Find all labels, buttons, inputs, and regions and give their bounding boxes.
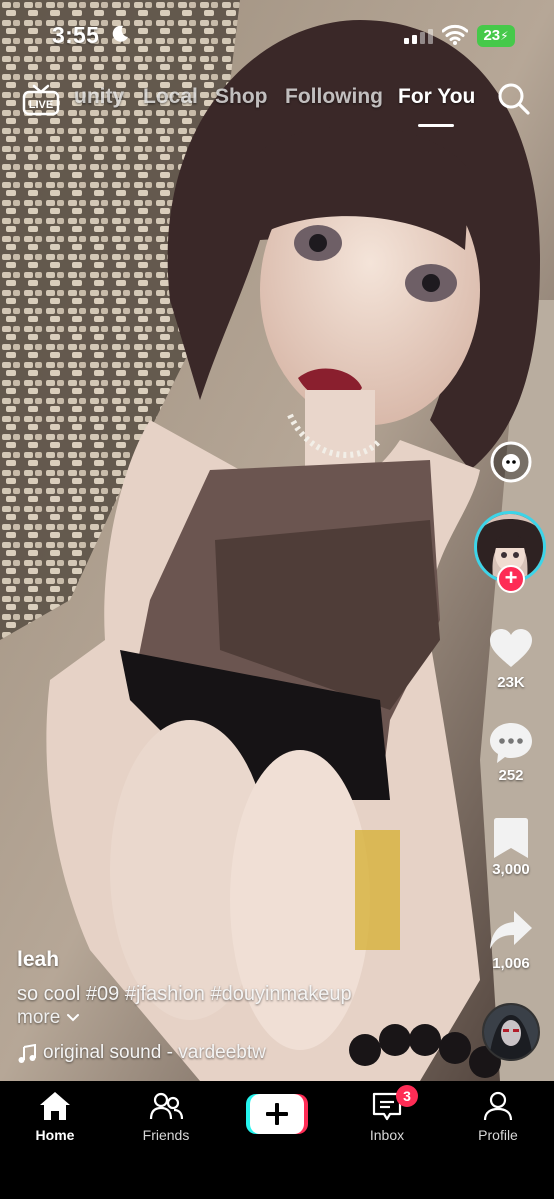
follow-plus-button[interactable]: + xyxy=(497,565,525,593)
search-icon[interactable] xyxy=(497,82,531,116)
wifi-icon xyxy=(442,24,468,45)
tab-following[interactable]: Following xyxy=(285,85,383,109)
nav-home-label: Home xyxy=(35,1127,75,1143)
charging-bolt-icon: ⚡ xyxy=(500,29,509,43)
post-caption[interactable]: so cool #09 #jfashion #douyinmakeup xyxy=(17,983,352,1006)
comment-count: 252 xyxy=(498,767,524,784)
live-icon-text: LIVE xyxy=(29,99,53,111)
status-time: 3:55 xyxy=(52,22,100,48)
comment-bubble-icon[interactable] xyxy=(488,720,534,766)
tab-shop[interactable]: Shop xyxy=(215,85,268,109)
focus-moon-icon xyxy=(112,25,128,42)
tab-local[interactable]: Local xyxy=(143,85,198,109)
post-username[interactable]: leah xyxy=(17,948,59,972)
cellular-signal-icon xyxy=(404,29,433,44)
caption-more-toggle[interactable]: more xyxy=(17,1007,80,1029)
tab-for-you[interactable]: For You xyxy=(398,85,475,109)
battery-indicator: 23⚡ xyxy=(477,25,515,47)
nav-profile-label: Profile xyxy=(478,1127,518,1143)
nav-friends[interactable]: Friends xyxy=(121,1081,211,1161)
sound-disc[interactable] xyxy=(482,1003,540,1061)
video-frame[interactable] xyxy=(0,0,554,1081)
chevron-down-icon xyxy=(66,1013,79,1022)
battery-level: 23 xyxy=(483,27,501,44)
video-feed[interactable]: 3:55 23⚡ LIVE unity Local Shop Following… xyxy=(0,0,554,1081)
tab-unity[interactable]: unity xyxy=(74,85,124,109)
sound-disc-image xyxy=(484,1005,538,1059)
nav-home[interactable]: Home xyxy=(10,1081,100,1161)
share-arrow-icon[interactable] xyxy=(488,907,534,953)
friends-icon xyxy=(149,1092,183,1120)
home-icon xyxy=(40,1092,70,1120)
nav-inbox-label: Inbox xyxy=(369,1127,405,1143)
nav-profile[interactable]: Profile xyxy=(453,1081,543,1161)
like-heart-icon[interactable] xyxy=(488,626,534,672)
inbox-badge: 3 xyxy=(396,1085,418,1107)
bookmark-icon[interactable] xyxy=(488,815,534,861)
nav-friends-label: Friends xyxy=(142,1127,190,1143)
create-plus-button[interactable] xyxy=(246,1094,308,1134)
active-tab-indicator xyxy=(418,124,454,127)
music-note-icon xyxy=(18,1044,36,1063)
live-tv-icon[interactable]: LIVE xyxy=(22,84,60,116)
like-count: 23K xyxy=(497,674,525,691)
ai-face-icon[interactable] xyxy=(488,439,534,485)
profile-icon xyxy=(483,1091,513,1121)
sound-title[interactable]: original sound - vardeebtw xyxy=(43,1042,266,1064)
bottom-nav: Home Friends Inbox Profile xyxy=(0,1081,554,1199)
save-count: 3,000 xyxy=(492,861,530,878)
share-count: 1,006 xyxy=(492,955,530,972)
more-label: more xyxy=(17,1007,61,1028)
nav-inbox[interactable]: Inbox xyxy=(342,1081,432,1161)
